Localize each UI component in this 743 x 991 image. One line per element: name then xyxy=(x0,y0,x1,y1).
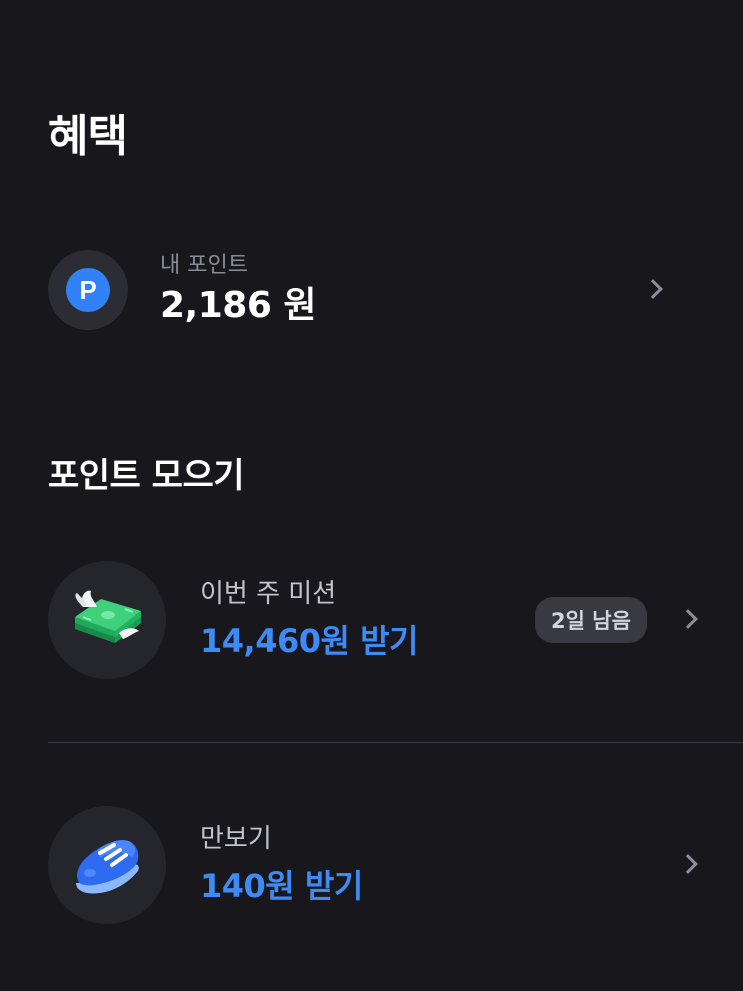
points-text: 내 포인트 2,186 원 xyxy=(160,251,317,329)
chevron-right-icon xyxy=(678,854,698,874)
my-points-value: 2,186 원 xyxy=(160,285,317,326)
weekly-mission-item[interactable]: 이번 주 미션 14,460원 받기 2일 남음 xyxy=(48,560,743,680)
chevron-right-icon xyxy=(643,279,663,299)
page-title: 혜택 xyxy=(48,111,128,162)
divider xyxy=(48,742,743,743)
pedometer-text: 만보기 140원 받기 xyxy=(200,822,363,908)
pedometer-label: 만보기 xyxy=(200,824,272,854)
benefits-screen: 혜택 P 내 포인트 2,186 원 포인트 모으기 이번 주 미션 14,46… xyxy=(0,0,743,991)
my-points-label: 내 포인트 xyxy=(160,253,248,278)
flying-money-icon xyxy=(75,590,141,643)
my-points-row[interactable]: P 내 포인트 2,186 원 xyxy=(48,245,708,335)
section-title: 포인트 모으기 xyxy=(48,456,245,496)
pedometer-reward: 140원 받기 xyxy=(200,867,363,905)
days-left-badge: 2일 남음 xyxy=(535,597,647,643)
sneaker-icon xyxy=(76,840,139,894)
mission-reward: 14,460원 받기 xyxy=(200,622,418,660)
points-icon-container: P xyxy=(48,250,128,330)
mission-text: 이번 주 미션 14,460원 받기 xyxy=(200,577,418,663)
point-p-icon: P xyxy=(66,268,110,312)
pedometer-icon-container xyxy=(48,806,166,924)
pedometer-item[interactable]: 만보기 140원 받기 xyxy=(48,805,743,925)
mission-icon-container xyxy=(48,561,166,679)
chevron-right-icon xyxy=(678,609,698,629)
mission-label: 이번 주 미션 xyxy=(200,579,337,609)
